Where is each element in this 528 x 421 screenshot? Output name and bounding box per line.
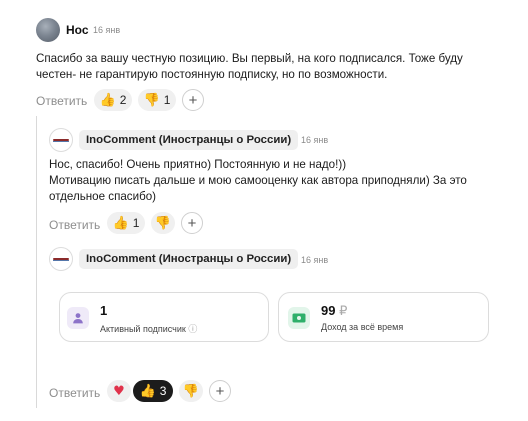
reply-text-line: Нос, спасибо! Очень приятно) Постоянную … xyxy=(49,158,347,171)
info-icon[interactable]: ⓘ xyxy=(188,324,197,334)
reply-button[interactable]: Ответить xyxy=(49,386,100,400)
reply-date: 16 янв xyxy=(301,255,329,265)
like-count: 2 xyxy=(119,93,127,107)
comment-text: Спасибо за вашу честную позицию. Вы перв… xyxy=(36,51,516,83)
person-icon xyxy=(67,307,89,329)
comment-author[interactable]: Нос xyxy=(66,23,89,37)
avatar[interactable] xyxy=(49,128,73,152)
reply-author[interactable]: InoComment (Иностранцы о России) xyxy=(79,130,299,150)
like-reaction[interactable]: 👍 1 xyxy=(107,212,145,234)
subscribers-label-text: Активный подписчик xyxy=(100,324,186,334)
thumbs-down-icon: 👎 xyxy=(143,92,160,108)
add-reaction-button[interactable]: + xyxy=(181,212,203,234)
subscribers-card: 1 Активный подписчик ⓘ xyxy=(59,292,269,342)
plus-icon: + xyxy=(188,91,198,109)
subscribers-value: 1 xyxy=(100,303,108,318)
plus-icon: + xyxy=(187,214,197,232)
thumbs-down-icon: 👎 xyxy=(182,383,200,399)
comment-text-line: честен- не гарантирую постоянную подписк… xyxy=(36,68,388,81)
add-reaction-button[interactable]: + xyxy=(182,89,204,111)
like-reaction[interactable]: 👍 3 xyxy=(133,380,173,402)
reply-text-line: Мотивацию писать дальше и мою самооценку… xyxy=(49,174,467,187)
like-count: 3 xyxy=(159,384,167,398)
income-amount: 99 xyxy=(321,303,336,318)
add-reaction-button[interactable]: + xyxy=(209,380,231,402)
reply-author[interactable]: InoComment (Иностранцы о России) xyxy=(79,249,299,269)
thread-line xyxy=(36,116,37,408)
thumbs-up-icon: 👍 xyxy=(139,383,156,399)
income-value: 99 ₽ xyxy=(321,303,347,319)
reply-date: 16 янв xyxy=(301,135,329,145)
income-card: 99 ₽ Доход за всё время xyxy=(278,292,489,342)
subscribers-label: Активный подписчик ⓘ xyxy=(100,322,197,335)
comment-text-line: Спасибо за вашу честную позицию. Вы перв… xyxy=(36,52,463,65)
heart-icon: ♥ xyxy=(113,383,125,399)
dislike-reaction[interactable]: 👎 xyxy=(151,212,175,234)
plus-icon: + xyxy=(215,382,225,400)
income-label: Доход за всё время xyxy=(321,322,404,332)
avatar[interactable] xyxy=(49,247,73,271)
dislike-count: 1 xyxy=(163,93,171,107)
thumbs-down-icon: 👎 xyxy=(154,215,172,231)
heart-reaction[interactable]: ♥ xyxy=(107,380,131,402)
reply-text: Нос, спасибо! Очень приятно) Постоянную … xyxy=(49,157,509,205)
reply-button[interactable]: Ответить xyxy=(36,94,87,108)
like-reaction[interactable]: 👍 2 xyxy=(94,89,132,111)
like-count: 1 xyxy=(132,216,140,230)
reply-button[interactable]: Ответить xyxy=(49,218,100,232)
dislike-reaction[interactable]: 👎 1 xyxy=(138,89,176,111)
avatar[interactable] xyxy=(36,18,60,42)
currency-symbol: ₽ xyxy=(339,303,348,318)
comment-date: 16 янв xyxy=(93,25,121,35)
thumbs-up-icon: 👍 xyxy=(99,92,116,108)
reply-text-line: отдельное спасибо) xyxy=(49,190,157,203)
dislike-reaction[interactable]: 👎 xyxy=(179,380,203,402)
thumbs-up-icon: 👍 xyxy=(112,215,129,231)
money-icon xyxy=(288,307,310,329)
